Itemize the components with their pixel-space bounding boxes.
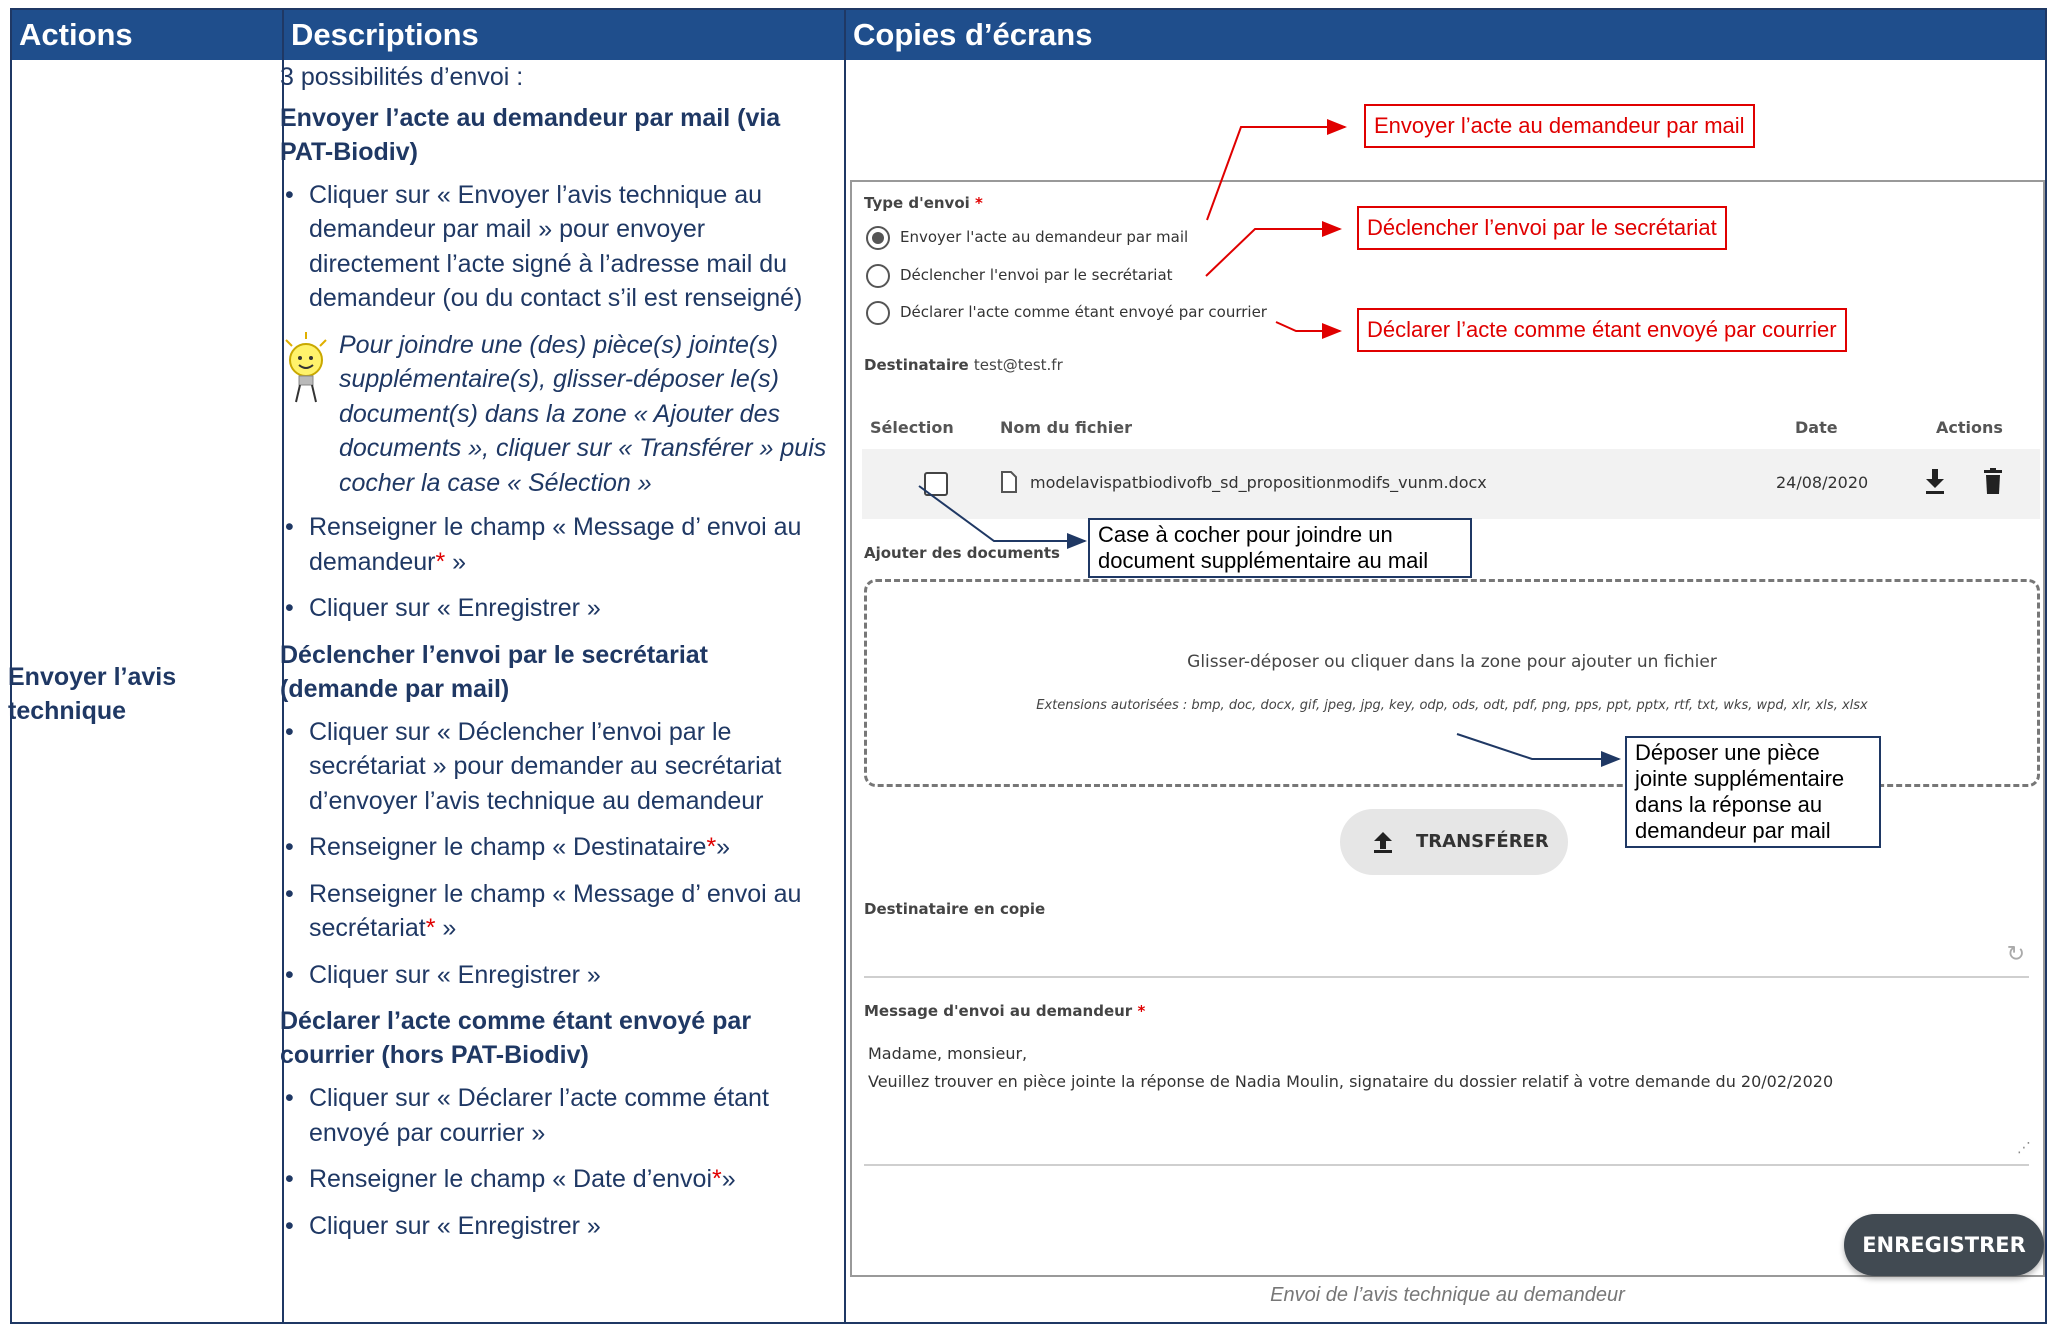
list-item-text-end: » [445,547,467,576]
description-column: 3 possibilités d’envoi : Envoyer l’acte … [280,60,830,1255]
list-item: Renseigner le champ « Date d’envoi*» [280,1162,830,1197]
list-item-text: Renseigner le champ « Message d’ envoi a… [309,879,802,943]
list-item-text-end: » [716,833,731,861]
callout-courrier: Déclarer l’acte comme étant envoyé par c… [1357,308,1847,352]
list-item: Cliquer sur « Envoyer l’avis technique a… [280,178,830,316]
lightbulb-icon [285,331,327,402]
section-list-courrier: Cliquer sur « Déclarer l’acte comme étan… [280,1081,830,1243]
column-divider [844,10,846,1322]
col-selection: Sélection [870,418,954,437]
section-list-mail-cont: Renseigner le champ « Message d’ envoi a… [280,510,830,626]
figure-caption: Envoi de l’avis technique au demandeur [1270,1284,1625,1306]
radio-mail-label[interactable]: Envoyer l'acte au demandeur par mail [900,228,1188,246]
transfer-button[interactable]: TRANSFÉRER [1340,809,1568,875]
message-underline [864,1164,2029,1166]
action-label: Envoyer l’avis technique [8,663,177,725]
required-star: * [712,1165,722,1193]
recipient-row: Destinataire test@test.fr [864,356,1063,374]
cc-input[interactable] [864,976,2029,978]
list-item-text: Renseigner le champ « Destinataire [309,833,707,861]
upload-icon [1374,832,1392,853]
recipient-value: test@test.fr [973,356,1063,374]
dropzone-extensions: Extensions autorisées : bmp, doc, docx, … [1036,698,1868,713]
list-item-text-end: » [721,1165,736,1193]
radio-courrier-label[interactable]: Déclarer l'acte comme étant envoyé par c… [900,303,1267,321]
cc-label: Destinataire en copie [864,900,1046,918]
file-name: modelavispatbiodivofb_sd_propositionmodi… [1030,473,1487,492]
add-docs-label: Ajouter des documents [864,544,1060,562]
list-item: Cliquer sur « Enregistrer » [280,591,830,626]
list-item: Renseigner le champ « Message d’ envoi a… [280,510,830,579]
col-actions: Actions [1936,418,2003,437]
radio-mail[interactable] [866,226,890,250]
header-descriptions: Descriptions [284,10,844,60]
radio-secretariat-label[interactable]: Déclencher l'envoi par le secrétariat [900,266,1173,284]
section-title-courrier: Déclarer l’acte comme étant envoyé par c… [280,1007,752,1069]
recipient-label: Destinataire [864,356,969,374]
header-screenshots: Copies d’écrans [846,10,2045,60]
tip-text: Pour joindre une (des) pièce(s) jointe(s… [339,330,827,497]
section-title-mail: Envoyer l’acte au demandeur par mail (vi… [280,103,781,166]
dropzone-text: Glisser-déposer ou cliquer dans la zone … [1187,652,1717,672]
section-list-secretariat: Cliquer sur « Déclencher l’envoi par le … [280,715,830,993]
required-star: * [706,833,717,861]
list-item: Renseigner le champ « Destinataire*» [280,830,830,865]
delete-icon[interactable] [1984,468,2002,494]
message-textarea[interactable]: Madame, monsieur, Veuillez trouver en pi… [868,1040,1833,1096]
file-date: 24/08/2020 [1776,473,1869,492]
radio-courrier[interactable] [866,301,890,325]
intro-text: 3 possibilités d’envoi : [280,63,524,91]
transfer-label: TRANSFÉRER [1416,831,1549,852]
callout-dropzone: Déposer une pièce jointe supplémentaire … [1625,736,1881,848]
save-button[interactable]: ENREGISTRER [1844,1214,2044,1276]
type-label-text: Type d'envoi [864,194,970,212]
required-star: * [975,194,983,212]
list-item: Cliquer sur « Enregistrer » [280,1209,830,1244]
list-item: Cliquer sur « Déclarer l’acte comme étan… [280,1081,830,1150]
message-label-text: Message d'envoi au demandeur [864,1002,1133,1020]
table-row: modelavispatbiodivofb_sd_propositionmodi… [862,449,2040,519]
list-item-text-end: » [435,914,457,942]
message-label: Message d'envoi au demandeur * [864,1002,1145,1020]
list-item: Cliquer sur « Enregistrer » [280,958,830,993]
selection-checkbox[interactable] [924,472,948,496]
resize-handle-icon[interactable]: ⋰ [2017,1140,2031,1156]
col-filename: Nom du fichier [1000,418,1132,437]
section-list-mail: Cliquer sur « Envoyer l’avis technique a… [280,178,830,316]
refresh-icon[interactable]: ↻ [2007,942,2025,967]
required-star: * [435,547,446,576]
callout-checkbox: Case à cocher pour joindre un document s… [1088,518,1472,578]
header-actions: Actions [12,10,282,60]
list-item-text: Renseigner le champ « Message d’ envoi a… [309,513,802,576]
col-date: Date [1795,418,1838,437]
tip-note: Pour joindre une (des) pièce(s) jointe(s… [280,328,830,501]
file-icon [1001,471,1017,493]
required-star: * [425,914,436,942]
download-icon[interactable] [1925,469,1945,495]
required-star: * [1137,1002,1146,1020]
radio-secretariat[interactable] [866,264,890,288]
callout-secretariat: Déclencher l’envoi par le secrétariat [1357,206,1727,250]
list-item: Cliquer sur « Déclencher l’envoi par le … [280,715,830,819]
type-label: Type d'envoi * [864,194,983,212]
section-title-secretariat: Déclencher l’envoi par le secrétariat (d… [280,640,708,703]
callout-mail: Envoyer l’acte au demandeur par mail [1364,104,1755,148]
list-item: Renseigner le champ « Message d’ envoi a… [280,877,830,946]
list-item-text: Renseigner le champ « Date d’envoi [309,1165,713,1193]
